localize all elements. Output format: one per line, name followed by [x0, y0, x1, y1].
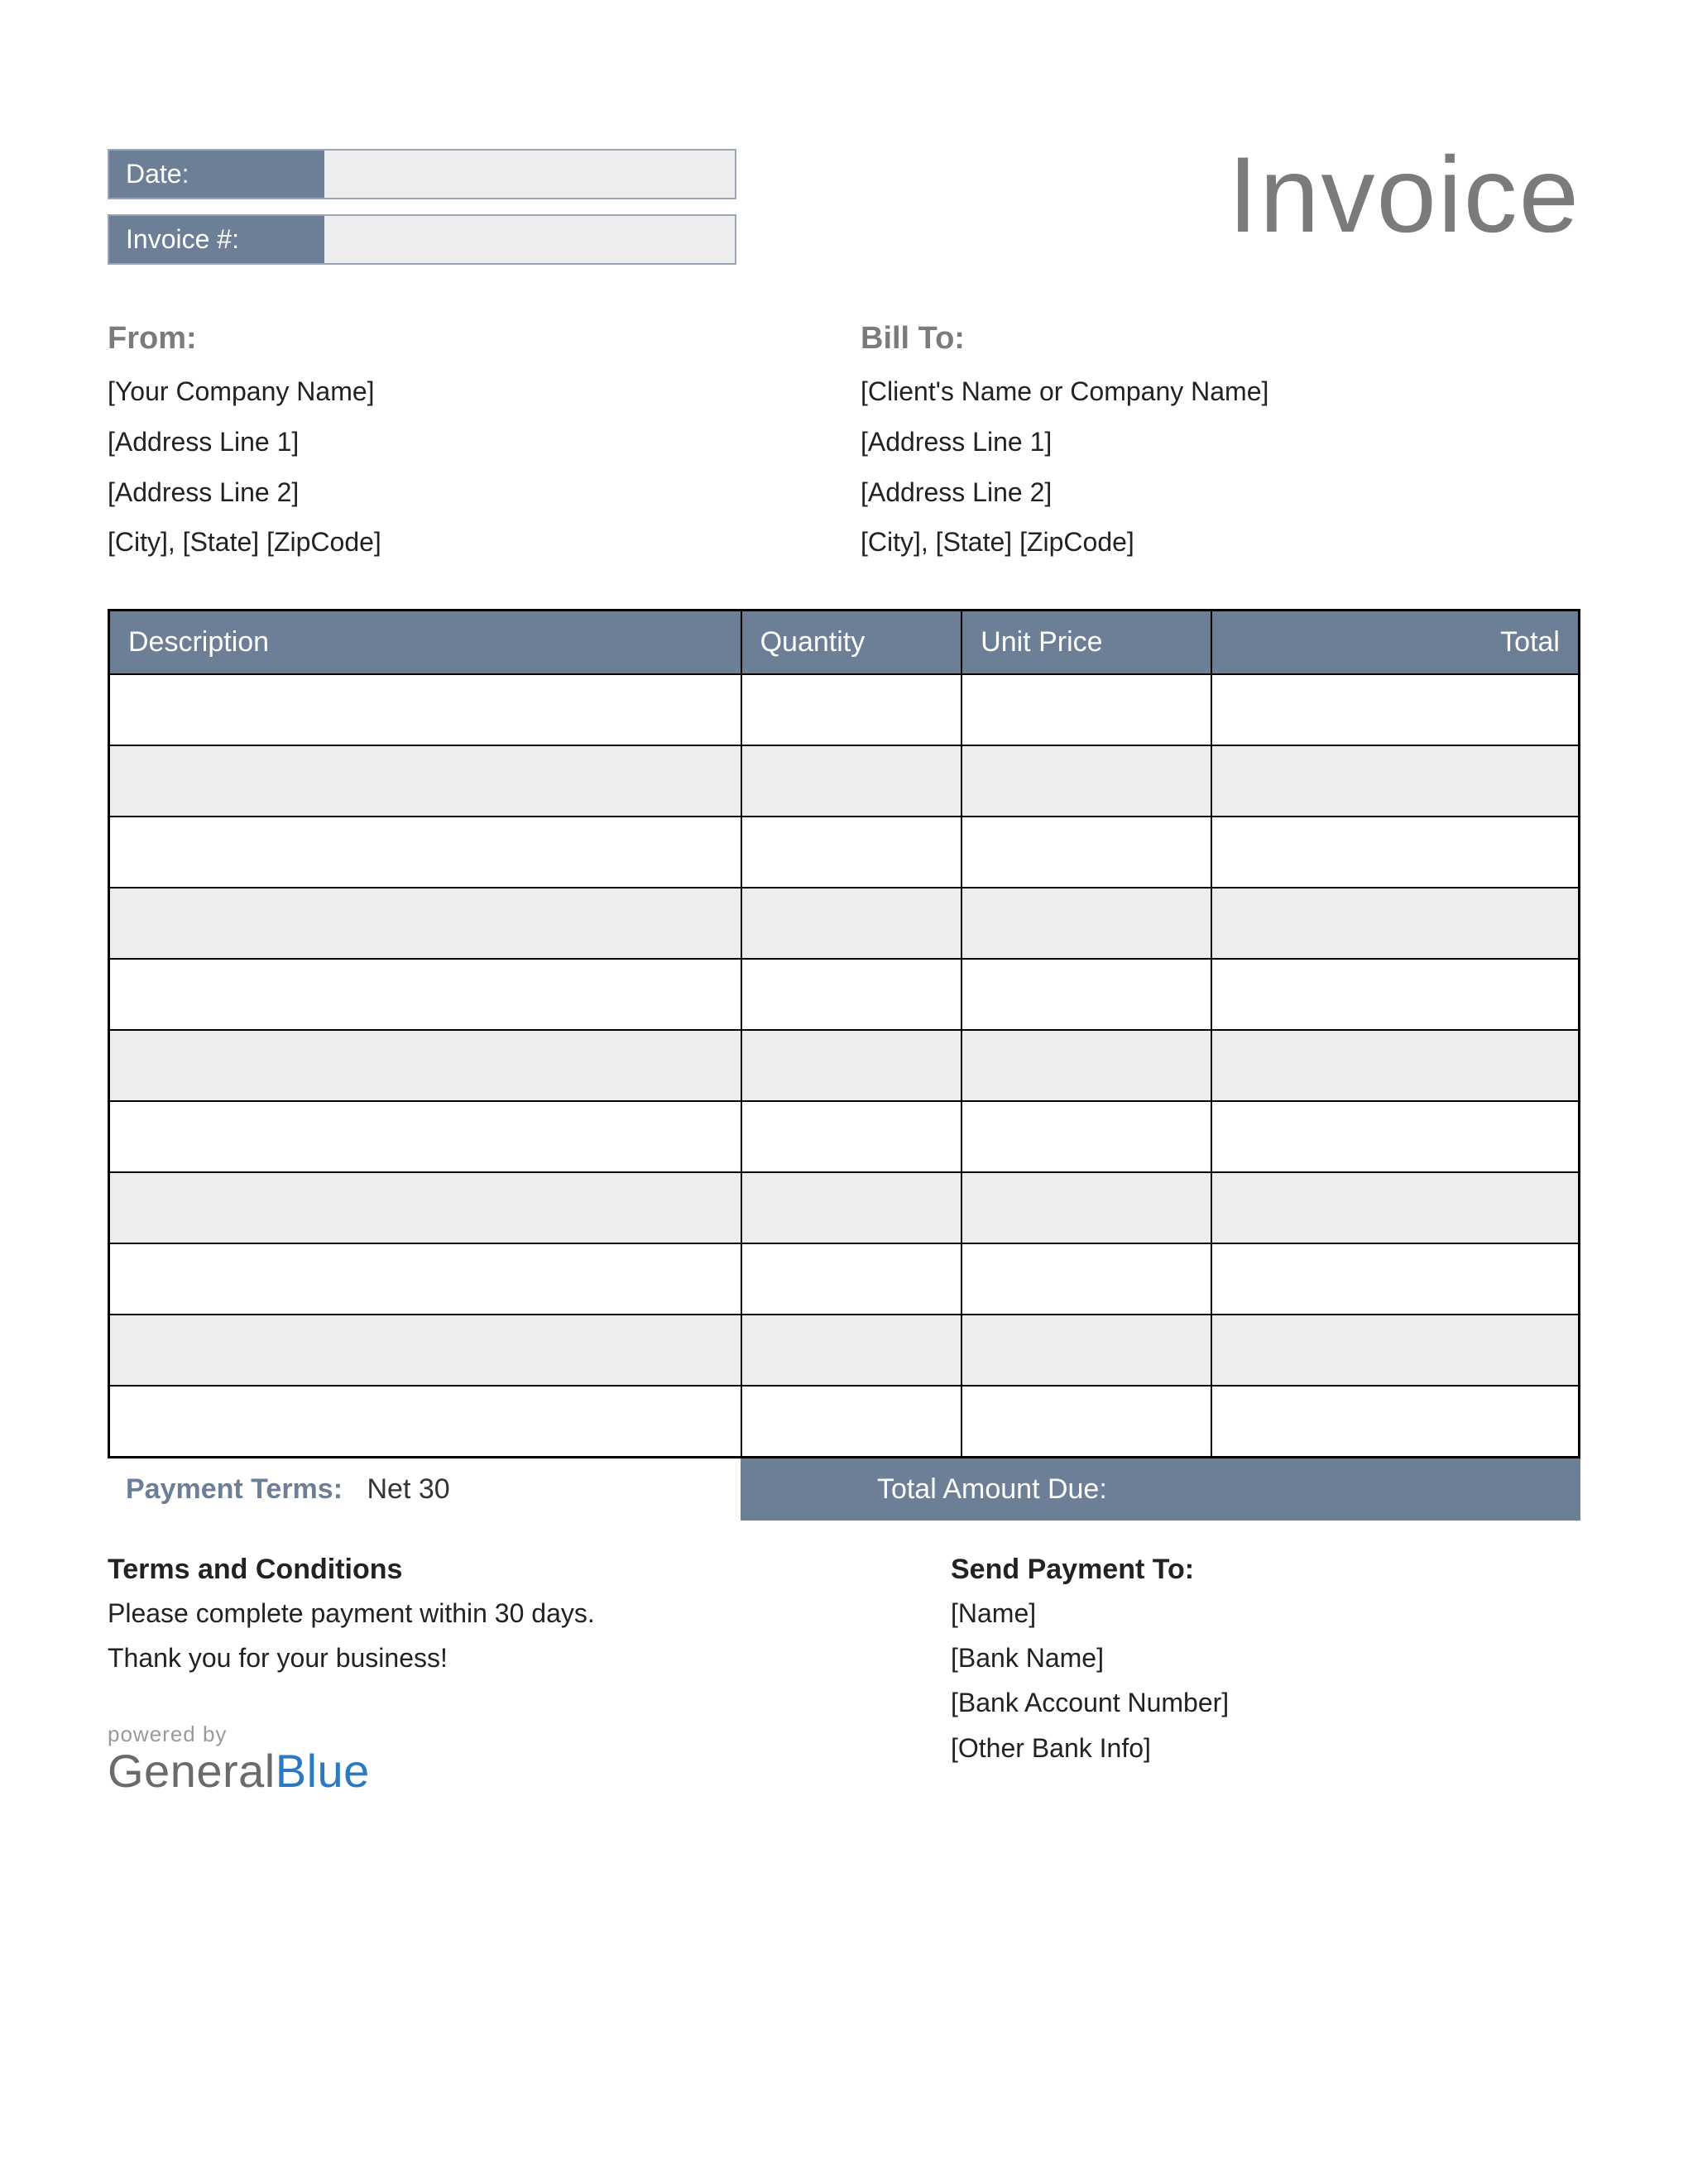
payment-terms-label: Payment Terms: [126, 1473, 343, 1505]
table-row [109, 1386, 1580, 1457]
total-due-label: Total Amount Due: [759, 1473, 1225, 1506]
cell-unit_price[interactable] [961, 1030, 1211, 1101]
table-row [109, 959, 1580, 1030]
terms-heading: Terms and Conditions [108, 1554, 918, 1586]
cell-total[interactable] [1211, 1243, 1579, 1315]
brand-part2: Blue [276, 1745, 370, 1797]
terms-text: Thank you for your business! [108, 1636, 918, 1680]
page-title: Invoice [1228, 141, 1580, 248]
cell-unit_price[interactable] [961, 817, 1211, 888]
cell-description[interactable] [109, 745, 741, 817]
cell-quantity[interactable] [741, 1315, 962, 1386]
cell-description[interactable] [109, 1243, 741, 1315]
send-payment-line: [Bank Account Number] [951, 1680, 1580, 1725]
table-row [109, 745, 1580, 817]
bill-to-line: [City], [State] [ZipCode] [861, 517, 1580, 568]
from-block: From: [Your Company Name] [Address Line … [108, 321, 827, 568]
table-row [109, 1101, 1580, 1172]
cell-total[interactable] [1211, 1315, 1579, 1386]
line-items-table: Description Quantity Unit Price Total [108, 609, 1580, 1458]
cell-quantity[interactable] [741, 1172, 962, 1243]
cell-description[interactable] [109, 674, 741, 745]
table-row [109, 817, 1580, 888]
table-row [109, 888, 1580, 959]
cell-quantity[interactable] [741, 1101, 962, 1172]
cell-total[interactable] [1211, 674, 1579, 745]
from-line: [Address Line 2] [108, 467, 827, 518]
bill-to-heading: Bill To: [861, 321, 1580, 357]
cell-total[interactable] [1211, 1386, 1579, 1457]
cell-description[interactable] [109, 817, 741, 888]
from-line: [Your Company Name] [108, 366, 827, 417]
cell-total[interactable] [1211, 1101, 1579, 1172]
cell-total[interactable] [1211, 888, 1579, 959]
invoice-number-field: Invoice #: [108, 214, 736, 265]
bill-to-block: Bill To: [Client's Name or Company Name]… [861, 321, 1580, 568]
cell-description[interactable] [109, 1172, 741, 1243]
cell-unit_price[interactable] [961, 1172, 1211, 1243]
cell-quantity[interactable] [741, 674, 962, 745]
cell-total[interactable] [1211, 1030, 1579, 1101]
cell-unit_price[interactable] [961, 888, 1211, 959]
send-payment-line: [Bank Name] [951, 1636, 1580, 1680]
cell-quantity[interactable] [741, 1030, 962, 1101]
cell-description[interactable] [109, 888, 741, 959]
cell-unit_price[interactable] [961, 745, 1211, 817]
table-row [109, 1172, 1580, 1243]
invoice-number-label: Invoice #: [109, 216, 324, 263]
bill-to-line: [Address Line 2] [861, 467, 1580, 518]
send-payment-line: [Other Bank Info] [951, 1726, 1580, 1770]
from-line: [Address Line 1] [108, 417, 827, 467]
total-amount-due: Total Amount Due: [741, 1458, 1580, 1521]
terms-text: Please complete payment within 30 days. [108, 1591, 918, 1636]
header-total: Total [1211, 611, 1579, 675]
payment-terms: Payment Terms: Net 30 [108, 1458, 741, 1521]
cell-description[interactable] [109, 1386, 741, 1457]
cell-total[interactable] [1211, 959, 1579, 1030]
bill-to-line: [Address Line 1] [861, 417, 1580, 467]
from-heading: From: [108, 321, 827, 357]
payment-terms-value: Net 30 [367, 1473, 449, 1505]
total-due-value [1225, 1473, 1562, 1506]
header-description: Description [109, 611, 741, 675]
cell-total[interactable] [1211, 745, 1579, 817]
bill-to-line: [Client's Name or Company Name] [861, 366, 1580, 417]
cell-quantity[interactable] [741, 745, 962, 817]
date-field: Date: [108, 149, 736, 199]
cell-quantity[interactable] [741, 817, 962, 888]
date-label: Date: [109, 151, 324, 198]
send-payment-heading: Send Payment To: [951, 1554, 1580, 1586]
brand-part1: General [108, 1745, 276, 1797]
send-payment-line: [Name] [951, 1591, 1580, 1636]
table-row [109, 1030, 1580, 1101]
cell-quantity[interactable] [741, 959, 962, 1030]
cell-total[interactable] [1211, 1172, 1579, 1243]
table-row [109, 1243, 1580, 1315]
cell-description[interactable] [109, 1101, 741, 1172]
cell-description[interactable] [109, 1315, 741, 1386]
table-row [109, 1315, 1580, 1386]
brand-logo: GeneralBlue [108, 1744, 918, 1798]
invoice-number-input[interactable] [324, 216, 735, 263]
cell-unit_price[interactable] [961, 1386, 1211, 1457]
header-unit-price: Unit Price [961, 611, 1211, 675]
cell-description[interactable] [109, 959, 741, 1030]
cell-total[interactable] [1211, 817, 1579, 888]
table-row [109, 674, 1580, 745]
footer-brand: powered by GeneralBlue [108, 1722, 918, 1798]
header-quantity: Quantity [741, 611, 962, 675]
cell-unit_price[interactable] [961, 1315, 1211, 1386]
cell-unit_price[interactable] [961, 1243, 1211, 1315]
cell-unit_price[interactable] [961, 1101, 1211, 1172]
cell-description[interactable] [109, 1030, 741, 1101]
cell-unit_price[interactable] [961, 959, 1211, 1030]
from-line: [City], [State] [ZipCode] [108, 517, 827, 568]
cell-quantity[interactable] [741, 1386, 962, 1457]
cell-quantity[interactable] [741, 888, 962, 959]
cell-quantity[interactable] [741, 1243, 962, 1315]
date-input[interactable] [324, 151, 735, 198]
cell-unit_price[interactable] [961, 674, 1211, 745]
